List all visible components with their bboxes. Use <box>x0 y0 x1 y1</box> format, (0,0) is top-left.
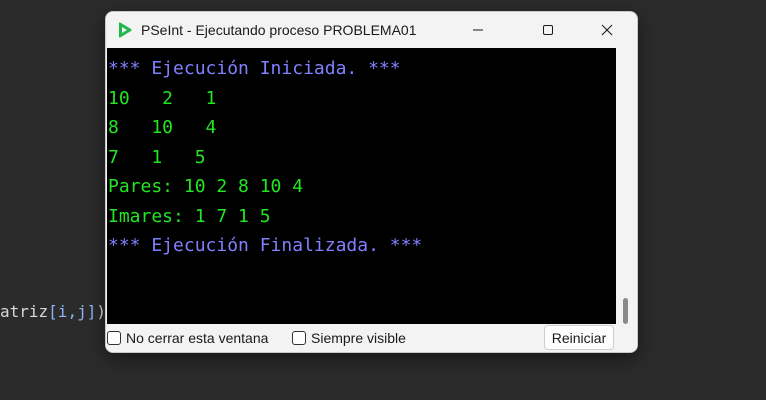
console-line: 10 2 1 <box>108 87 217 109</box>
keep-open-label[interactable]: No cerrar esta ventana <box>126 330 268 346</box>
console-line: Imares: 1 7 1 5 <box>108 205 271 227</box>
minimize-icon <box>473 29 483 31</box>
code-text: atriz <box>0 302 49 321</box>
pseint-execution-window: PSeInt - Ejecutando proceso PROBLEMA01 *… <box>105 11 638 353</box>
console-line: Pares: 10 2 8 10 4 <box>108 176 304 197</box>
window-title: PSeInt - Ejecutando proceso PROBLEMA01 <box>141 22 417 38</box>
always-visible-label[interactable]: Siempre visible <box>311 330 406 346</box>
background-code-line: atriz[i,j]) <box>0 302 106 322</box>
close-icon <box>601 24 613 36</box>
window-footer: No cerrar esta ventana Siempre visible R… <box>106 324 637 352</box>
keep-open-checkbox[interactable]: No cerrar esta ventana <box>107 329 268 347</box>
console-line: *** Ejecución Iniciada. *** <box>108 58 401 79</box>
minimize-button[interactable] <box>455 12 501 48</box>
always-visible-checkbox[interactable]: Siempre visible <box>292 329 406 347</box>
console-line: *** Ejecución Finalizada. *** <box>108 235 423 256</box>
always-visible-checkbox-box[interactable] <box>292 331 306 345</box>
console-output[interactable]: *** Ejecución Iniciada. *** 10 2 1 8 10 4 7… <box>107 48 616 324</box>
code-bracket-text: [i,j] <box>48 302 97 321</box>
console-line: 7 1 5 <box>108 146 206 168</box>
title-bar[interactable]: PSeInt - Ejecutando proceso PROBLEMA01 <box>106 12 637 48</box>
keep-open-checkbox-box[interactable] <box>107 331 121 345</box>
restart-button[interactable]: Reiniciar <box>544 325 614 350</box>
pseint-app-icon <box>119 22 132 38</box>
console-scrollbar-thumb[interactable] <box>623 298 628 324</box>
console-scrollbar[interactable] <box>616 48 637 324</box>
maximize-icon <box>543 25 553 35</box>
maximize-button[interactable] <box>525 12 571 48</box>
console-line: 8 10 4 <box>108 117 217 138</box>
close-button[interactable] <box>584 12 630 48</box>
